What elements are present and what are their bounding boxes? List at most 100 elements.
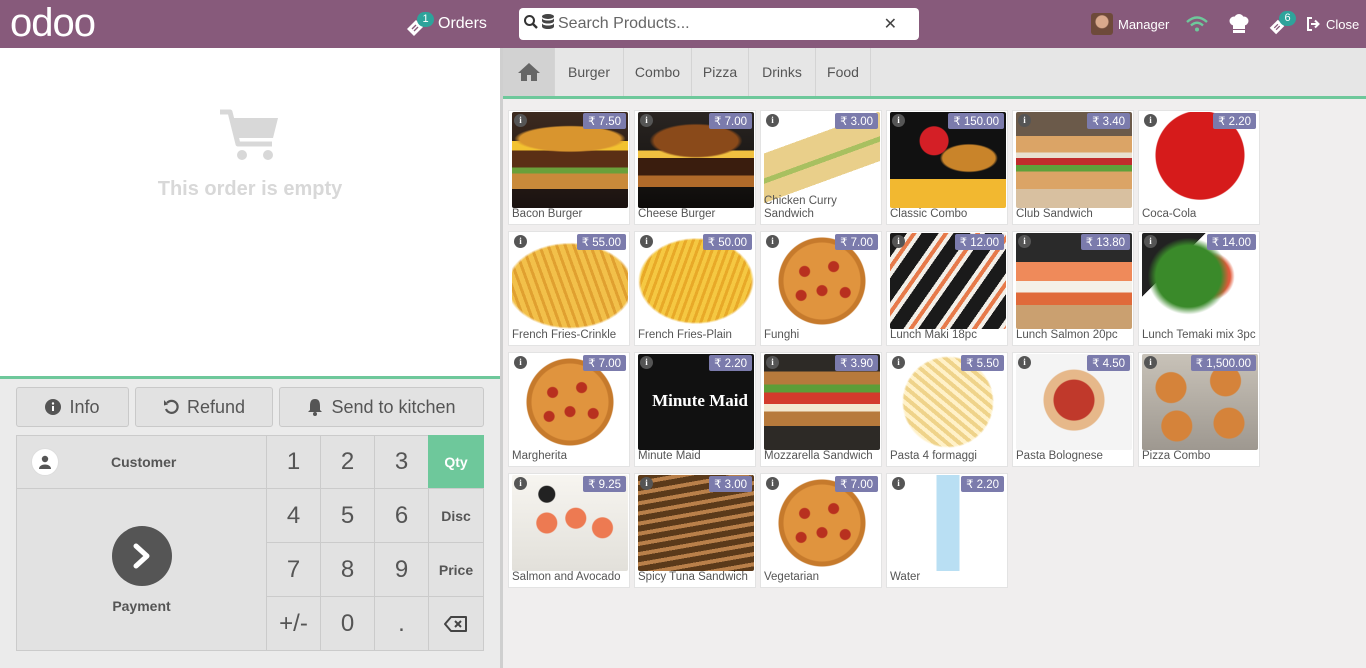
customer-button[interactable]: Customer (16, 435, 267, 489)
product-card[interactable]: i ₹ 3.00 Chicken Curry Sandwich (760, 110, 882, 225)
user-menu[interactable]: Manager (1091, 0, 1169, 48)
sync-button[interactable]: 6 (1267, 0, 1301, 48)
key-1[interactable]: 1 (266, 435, 321, 489)
product-card[interactable]: i ₹ 55.00 French Fries-Crinkle (508, 231, 630, 346)
product-card[interactable]: i ₹ 7.00 Cheese Burger (634, 110, 756, 225)
category-pizza[interactable]: Pizza (692, 48, 749, 96)
product-card[interactable]: i ₹ 2.20 Coca-Cola (1138, 110, 1260, 225)
clear-search-icon[interactable]: ✕ (884, 14, 897, 34)
database-icon[interactable] (540, 13, 556, 36)
info-icon[interactable]: i (640, 235, 653, 248)
product-card[interactable]: i ₹ 2.20 Minute Maid (634, 352, 756, 467)
price-mode-button[interactable]: Price (428, 542, 484, 597)
key-0[interactable]: 0 (320, 596, 375, 651)
info-icon[interactable]: i (1144, 356, 1157, 369)
category-food[interactable]: Food (816, 48, 871, 96)
wifi-icon[interactable] (1186, 0, 1208, 48)
product-price: ₹ 7.50 (583, 113, 626, 129)
product-card[interactable]: i ₹ 3.90 Mozzarella Sandwich (760, 352, 882, 467)
close-button[interactable]: Close (1306, 0, 1359, 48)
info-icon[interactable]: i (640, 477, 653, 490)
category-combo[interactable]: Combo (624, 48, 692, 96)
product-card[interactable]: i ₹ 3.00 Spicy Tuna Sandwich (634, 473, 756, 588)
info-icon[interactable]: i (892, 114, 905, 127)
info-icon[interactable]: i (766, 477, 779, 490)
info-icon[interactable]: i (514, 356, 527, 369)
product-card[interactable]: i ₹ 4.50 Pasta Bolognese (1012, 352, 1134, 467)
qty-mode-button[interactable]: Qty (428, 435, 484, 489)
category-burger[interactable]: Burger (555, 48, 624, 96)
key-6[interactable]: 6 (374, 488, 429, 543)
product-card[interactable]: i ₹ 150.00 Classic Combo (886, 110, 1008, 225)
payment-button[interactable]: Payment (16, 488, 267, 651)
info-icon[interactable]: i (766, 114, 779, 127)
order-panel: This order is empty Info Refund Send to … (0, 48, 500, 668)
product-price: ₹ 9.25 (583, 476, 626, 492)
product-card[interactable]: i ₹ 1,500.00 Pizza Combo (1138, 352, 1260, 467)
info-icon[interactable]: i (892, 477, 905, 490)
product-name: Lunch Salmon 20pc (1016, 329, 1118, 341)
product-card[interactable]: i ₹ 50.00 French Fries-Plain (634, 231, 756, 346)
product-name: Minute Maid (638, 450, 701, 462)
info-icon[interactable]: i (892, 235, 905, 248)
key-decimal[interactable]: . (374, 596, 429, 651)
discount-mode-button[interactable]: Disc (428, 488, 484, 543)
product-card[interactable]: i ₹ 2.20 Water (886, 473, 1008, 588)
info-icon[interactable]: i (1018, 114, 1031, 127)
product-card[interactable]: i ₹ 5.50 Pasta 4 formaggi (886, 352, 1008, 467)
product-name: Pizza Combo (1142, 450, 1211, 462)
key-5[interactable]: 5 (320, 488, 375, 543)
product-card[interactable]: i ₹ 14.00 Lunch Temaki mix 3pc (1138, 231, 1260, 346)
product-name: Lunch Maki 18pc (890, 329, 977, 341)
product-card[interactable]: i ₹ 7.00 Margherita (508, 352, 630, 467)
product-card[interactable]: i ₹ 3.40 Club Sandwich (1012, 110, 1134, 225)
key-3[interactable]: 3 (374, 435, 429, 489)
product-name: Salmon and Avocado (512, 571, 621, 583)
orders-button[interactable]: 1 Orders (404, 8, 487, 40)
product-card[interactable]: i ₹ 7.50 Bacon Burger (508, 110, 630, 225)
info-icon[interactable]: i (766, 235, 779, 248)
key-8[interactable]: 8 (320, 542, 375, 597)
product-card[interactable]: i ₹ 13.80 Lunch Salmon 20pc (1012, 231, 1134, 346)
info-icon[interactable]: i (892, 356, 905, 369)
cart-icon (220, 109, 278, 160)
info-icon[interactable]: i (640, 114, 653, 127)
home-category-button[interactable] (503, 48, 555, 96)
product-card[interactable]: i ₹ 7.00 Vegetarian (760, 473, 882, 588)
key-7[interactable]: 7 (266, 542, 321, 597)
info-icon[interactable]: i (514, 114, 527, 127)
chef-hat-icon[interactable] (1228, 0, 1250, 48)
info-icon[interactable]: i (766, 356, 779, 369)
product-price: ₹ 2.20 (1213, 113, 1256, 129)
product-price: ₹ 3.00 (709, 476, 752, 492)
info-icon[interactable]: i (1144, 114, 1157, 127)
info-icon[interactable]: i (1018, 235, 1031, 248)
product-card[interactable]: i ₹ 9.25 Salmon and Avocado (508, 473, 630, 588)
product-name: Cheese Burger (638, 208, 716, 220)
key-2[interactable]: 2 (320, 435, 375, 489)
send-to-kitchen-button[interactable]: Send to kitchen (279, 387, 484, 427)
product-card[interactable]: i ₹ 7.00 Funghi (760, 231, 882, 346)
odoo-logo: odoo (10, 6, 96, 42)
backspace-button[interactable] (428, 596, 484, 651)
category-drinks[interactable]: Drinks (749, 48, 816, 96)
info-icon[interactable]: i (1144, 235, 1157, 248)
info-icon[interactable]: i (1018, 356, 1031, 369)
key-plus-minus[interactable]: +/- (266, 596, 321, 651)
info-icon[interactable]: i (514, 235, 527, 248)
info-icon[interactable]: i (640, 356, 653, 369)
product-card[interactable]: i ₹ 12.00 Lunch Maki 18pc (886, 231, 1008, 346)
info-button[interactable]: Info (16, 387, 129, 427)
undo-icon (163, 399, 179, 414)
refund-button[interactable]: Refund (135, 387, 273, 427)
info-icon[interactable]: i (514, 477, 527, 490)
product-price: ₹ 3.40 (1087, 113, 1130, 129)
product-name: Bacon Burger (512, 208, 583, 220)
key-9[interactable]: 9 (374, 542, 429, 597)
product-name: French Fries-Crinkle (512, 329, 617, 341)
product-name: Mozzarella Sandwich (764, 450, 873, 462)
product-name: Vegetarian (764, 571, 819, 583)
key-4[interactable]: 4 (266, 488, 321, 543)
product-name: Coca-Cola (1142, 208, 1197, 220)
search-input[interactable] (556, 10, 856, 38)
